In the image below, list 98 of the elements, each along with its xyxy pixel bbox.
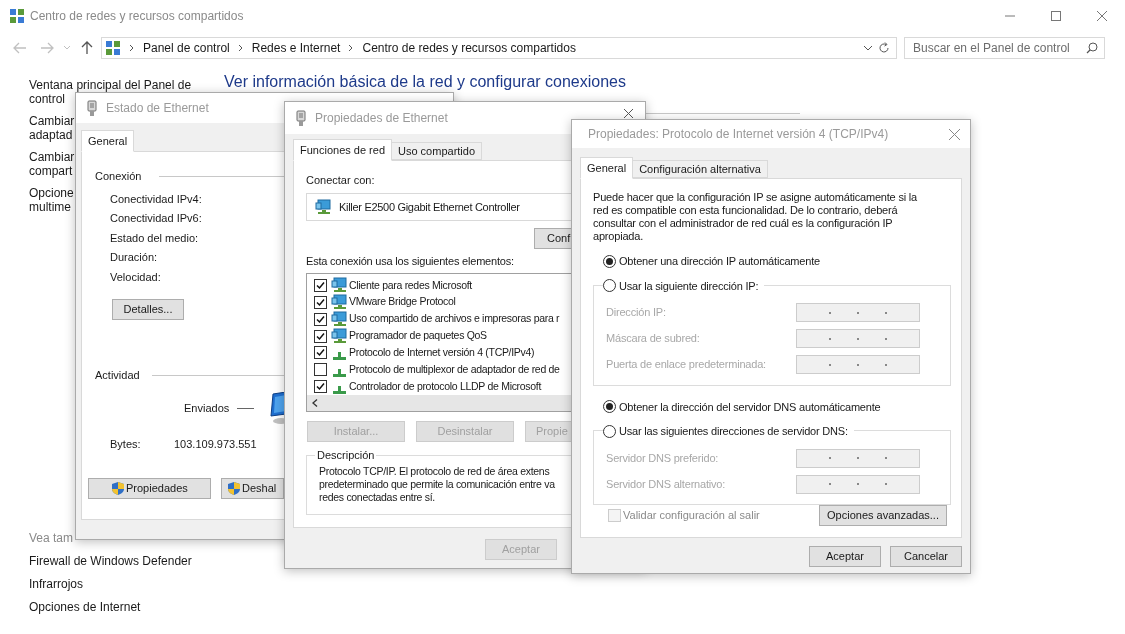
button[interactable]: Detalles...	[112, 298, 184, 320]
option-label[interactable]: Usar las siguientes direcciones de servidor DNS:	[619, 423, 848, 440]
protocol-icon	[333, 368, 346, 377]
shield-icon	[227, 481, 241, 496]
list-item[interactable]: Cliente para redes Microsoft	[349, 277, 472, 294]
close-icon[interactable]	[624, 108, 633, 118]
network-icon	[331, 311, 349, 328]
ip-address-field[interactable]	[796, 355, 920, 374]
field-label: Velocidad:	[110, 269, 161, 285]
checkbox[interactable]	[314, 380, 327, 394]
up-icon[interactable]	[81, 41, 93, 55]
breadcrumb-link[interactable]: Centro de redes y recursos compartidos	[362, 39, 576, 57]
window-title: Propiedades de Ethernet	[315, 110, 448, 127]
radio-button[interactable]	[603, 424, 616, 438]
window-title: Centro de redes y recursos compartidos	[30, 8, 244, 25]
ethernet-icon	[85, 100, 99, 116]
maximize-icon	[1051, 11, 1061, 21]
search-icon	[1086, 42, 1098, 54]
close-icon[interactable]	[949, 128, 960, 140]
radio-button[interactable]	[603, 254, 616, 268]
window-title: Estado de Ethernet	[106, 100, 209, 117]
search-placeholder: Buscar en el Panel de control	[913, 40, 1070, 57]
checkbox[interactable]	[314, 278, 327, 292]
ip-address-field[interactable]	[796, 474, 920, 494]
shield-icon	[111, 481, 125, 496]
option-label[interactable]: Usar la siguiente dirección IP:	[619, 277, 759, 294]
field-label: Dirección IP:	[606, 305, 666, 321]
option-label[interactable]: Obtener una dirección IP automáticamente	[619, 253, 820, 270]
network-icon	[331, 277, 349, 294]
ethernet-icon	[294, 110, 308, 126]
control-panel-icon	[9, 8, 25, 24]
field-label: Estado del medio:	[110, 230, 199, 246]
chevron-icon	[348, 44, 355, 52]
refresh-icon[interactable]	[878, 42, 890, 54]
list-item[interactable]: Programador de paquetes QoS	[349, 328, 487, 344]
list-item[interactable]: VMware Bridge Protocol	[349, 294, 456, 311]
field-label: Esta conexión usa los siguientes elementos:	[306, 254, 514, 268]
tab[interactable]: General	[580, 157, 634, 179]
button[interactable]: Deshal	[221, 478, 284, 499]
network-icon	[331, 294, 349, 311]
checkbox[interactable]	[314, 346, 327, 360]
field-label: Puerta de enlace predeterminada:	[606, 357, 766, 373]
control-panel-icon	[105, 40, 121, 56]
protocol-icon	[333, 351, 346, 360]
value-text: 103.109.973.551	[174, 436, 257, 452]
chevron-left-icon[interactable]	[312, 399, 318, 408]
field-label: Bytes:	[110, 436, 142, 452]
button[interactable]: Aceptar	[809, 546, 881, 567]
list-item[interactable]: Protocolo de multiplexor de adaptador de red de	[349, 361, 560, 378]
breadcrumb-link[interactable]: Panel de control	[143, 39, 230, 57]
ip-address-field[interactable]	[796, 303, 920, 322]
field-label: Servidor DNS preferido:	[606, 450, 719, 466]
checkbox[interactable]	[314, 363, 327, 377]
checkbox[interactable]	[314, 312, 327, 326]
button[interactable]: Opciones avanzadas...	[819, 505, 947, 526]
radio-button[interactable]	[603, 400, 616, 414]
network-icon	[331, 328, 349, 345]
chevron-icon	[129, 44, 135, 52]
section-heading: Vea tam	[29, 531, 75, 546]
list-item[interactable]: Controlador de protocolo LLDP de Microsoft	[349, 378, 542, 395]
dropdown-icon[interactable]	[863, 45, 873, 51]
field-label: Conectar con:	[306, 173, 375, 187]
description-text: Protocolo TCP/IP. El protocolo de red de área extens predeterminado que permite la comunicación entre va redes conectadas entre sí.	[319, 465, 555, 504]
field-label: Conectividad IPv6:	[110, 211, 202, 226]
chevron-icon	[237, 44, 244, 52]
search-field[interactable]: Buscar en el Panel de control	[904, 37, 1105, 59]
tab[interactable]: Configuración alternativa	[632, 160, 768, 178]
network-icon	[315, 199, 333, 215]
ip-address-field[interactable]	[796, 448, 920, 468]
button[interactable]: Propiedades	[88, 478, 211, 499]
section-heading: Actividad	[95, 368, 140, 383]
field-label: Duración:	[110, 250, 158, 265]
radio-button[interactable]	[603, 279, 616, 293]
field-label: Servidor DNS alternativo:	[606, 476, 726, 492]
address-bar[interactable]: Panel de control Redes e Internet Centro de redes y recursos compartidos	[101, 37, 897, 59]
close-icon	[1097, 11, 1107, 21]
tab[interactable]: Uso compartido	[391, 142, 483, 160]
page-heading: Ver información básica de la red y configurar conexiones	[224, 72, 627, 92]
section-heading: Conexión	[95, 169, 143, 184]
sidebar-link[interactable]: Firewall de Windows Defender	[29, 554, 224, 569]
sidebar-link[interactable]: Opciones de Internet	[29, 600, 224, 615]
ip-address-field[interactable]	[796, 329, 920, 348]
field-label: Conectividad IPv4:	[110, 191, 202, 207]
field-label: Enviados	[184, 401, 230, 417]
tab[interactable]: General	[81, 130, 135, 152]
list-item[interactable]: Protocolo de Internet versión 4 (TCP/IPv4)	[349, 345, 535, 361]
window-title: Propiedades: Protocolo de Internet versión 4 (TCP/IPv4)	[588, 126, 889, 143]
tab[interactable]: Funciones de red	[293, 139, 392, 161]
checkbox[interactable]	[314, 295, 327, 309]
checkbox[interactable]	[314, 329, 327, 343]
option-label[interactable]: Obtener la dirección del servidor DNS automáticamente	[619, 398, 881, 415]
button[interactable]: Cancelar	[890, 546, 962, 567]
breadcrumb-link[interactable]: Redes e Internet	[251, 39, 341, 57]
list-item[interactable]: Uso compartido de archivos e impresoras para r	[349, 311, 560, 328]
sidebar-link[interactable]: Infrarrojos	[29, 577, 224, 592]
protocol-icon	[333, 385, 346, 394]
group-label: Descripción	[315, 448, 377, 462]
field-label: Máscara de subred:	[606, 331, 700, 347]
